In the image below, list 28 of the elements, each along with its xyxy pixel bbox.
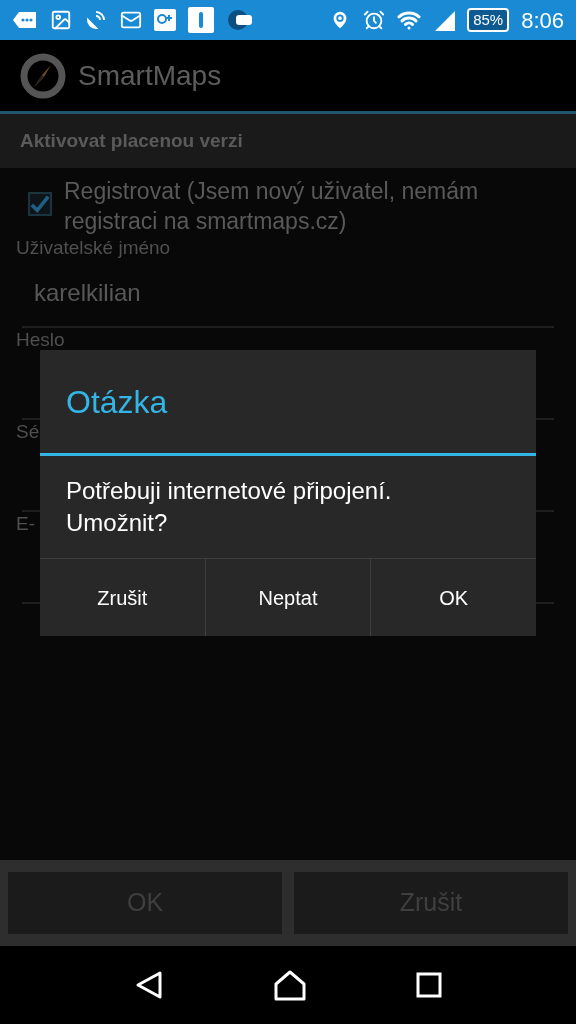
register-label: Registrovat (Jsem nový uživatel, nemám registraci na smartmaps.cz) <box>64 177 480 236</box>
chat-bubble-icon <box>12 10 38 30</box>
home-icon[interactable] <box>273 969 307 1001</box>
compass-icon <box>20 52 66 99</box>
back-icon[interactable] <box>134 970 165 1000</box>
dialog-button[interactable]: OK <box>370 559 536 636</box>
field-label: Sé <box>16 420 40 444</box>
battery-indicator: 85% <box>467 8 510 32</box>
recents-icon[interactable] <box>415 972 442 998</box>
plus-tile-icon <box>154 9 176 31</box>
dialog-title: Otázka <box>66 382 168 422</box>
signal-icon <box>433 9 456 31</box>
mail-icon <box>120 9 142 31</box>
satellite-dish-icon <box>84 8 108 32</box>
field-label: Uživatelské jméno <box>16 236 171 260</box>
alarm-icon <box>363 9 386 31</box>
image-icon <box>50 9 72 31</box>
section-header: Aktivovat placenou verzi <box>0 114 576 168</box>
clock-time: 8:06 <box>521 6 564 35</box>
bar-tile-icon <box>188 7 214 33</box>
field-label: E- <box>16 512 35 536</box>
app-title: SmartMaps <box>78 58 222 93</box>
dialog-button[interactable]: Neptat <box>204 559 371 636</box>
register-checkbox[interactable] <box>28 192 52 216</box>
checkmark-icon <box>30 194 50 214</box>
dialog-button[interactable]: Zrušit <box>40 559 205 636</box>
field-label: Heslo <box>16 328 65 352</box>
dialog-message: Potřebuji internetové připojení. Umožnit? <box>66 476 393 538</box>
